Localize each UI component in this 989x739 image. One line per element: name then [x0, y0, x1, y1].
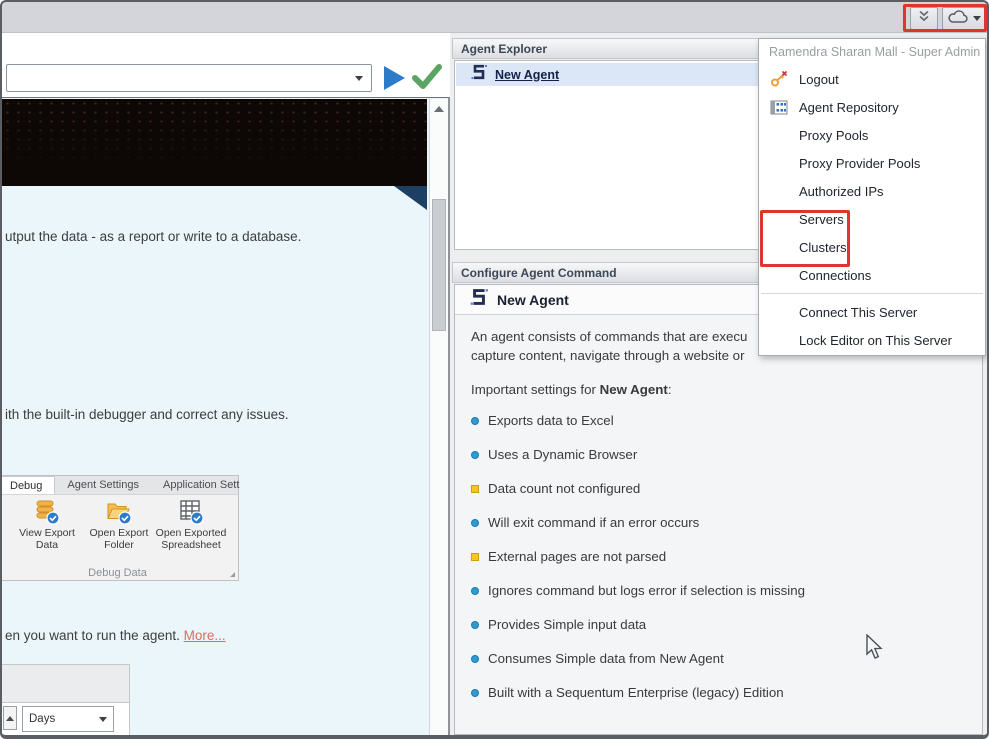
warning-bullet-icon: [471, 484, 479, 493]
document-scrollbar[interactable]: [429, 99, 448, 735]
list-item: Data count not configured: [471, 479, 982, 498]
agent-toolbar: [2, 33, 450, 97]
application-window: utput the data - as a report or write to…: [0, 0, 989, 739]
info-bullet-icon: [471, 586, 479, 595]
important-settings-line: Important settings for New Agent:: [471, 382, 672, 397]
menu-item-proxy-pools[interactable]: Proxy Pools: [759, 121, 985, 149]
menu-item-logout[interactable]: Logout: [759, 65, 985, 93]
debug-data-group-label: Debug Data: [88, 567, 147, 579]
screenshot-tab-row: Debug Agent Settings Application Sett: [2, 476, 239, 495]
address-combobox[interactable]: [6, 64, 372, 92]
banner-fold-graphic: [394, 186, 427, 210]
open-exported-spreadsheet-button: Open Exported Spreadsheet: [155, 499, 227, 551]
sequentum-agent-icon: [469, 287, 489, 312]
run-agent-button[interactable]: [384, 66, 405, 90]
agent-item-label: New Agent: [495, 67, 560, 82]
days-dropdown-caret-icon: [99, 716, 107, 722]
group-dialog-launcher-icon: [230, 572, 235, 577]
menu-item-proxy-provider-pools[interactable]: Proxy Provider Pools: [759, 149, 985, 177]
export-folder-icon: [105, 499, 133, 525]
cloud-menu-caret-icon: [973, 16, 981, 21]
ribbon-bar: [2, 2, 987, 33]
scrollbar-thumb[interactable]: [432, 199, 446, 331]
spinner-up-icon: [6, 715, 14, 721]
debug-ribbon-screenshot: Debug Agent Settings Application Sett Vi…: [2, 475, 239, 581]
menu-item-agent-repository[interactable]: Agent Repository: [759, 93, 985, 121]
info-bullet-icon: [471, 416, 479, 425]
agent-explorer-title: Agent Explorer: [461, 41, 548, 56]
list-item: Consumes Simple data from New Agent: [471, 649, 982, 668]
logout-key-icon: [759, 70, 799, 88]
configure-panel-title: Configure Agent Command: [461, 265, 617, 280]
help-paragraph-1: utput the data - as a report or write to…: [5, 229, 302, 244]
list-item: Exports data to Excel: [471, 411, 982, 430]
repository-grid-icon: [759, 100, 799, 115]
more-link[interactable]: More...: [184, 628, 226, 643]
combobox-caret-icon: [355, 75, 363, 81]
menu-item-lock-editor-on-this-server[interactable]: Lock Editor on This Server: [759, 326, 985, 354]
sequentum-agent-icon: [470, 63, 488, 86]
help-banner-image: [2, 99, 427, 186]
info-bullet-icon: [471, 620, 479, 629]
spreadsheet-icon: [177, 499, 205, 525]
configure-agent-name: New Agent: [497, 291, 569, 308]
list-item: Built with a Sequentum Enterprise (legac…: [471, 683, 982, 702]
validate-check-button[interactable]: [410, 62, 444, 97]
menu-item-authorized-ips[interactable]: Authorized IPs: [759, 177, 985, 205]
days-dropdown: Days: [22, 706, 114, 732]
list-item: Will exit command if an error occurs: [471, 513, 982, 532]
user-dropdown-menu: Ramendra Sharan Mall - Super Admin Logou…: [758, 38, 986, 356]
screenshot-ribbon-body: View Export Data Open Export Folder Open…: [2, 495, 238, 551]
list-item: Uses a Dynamic Browser: [471, 445, 982, 464]
list-item: Provides Simple input data: [471, 615, 982, 634]
menu-item-clusters[interactable]: Clusters: [759, 233, 985, 261]
info-bullet-icon: [471, 518, 479, 527]
menu-item-connect-this-server[interactable]: Connect This Server: [759, 298, 985, 326]
info-bullet-icon: [471, 450, 479, 459]
screenshot-tab-debug: Debug: [2, 476, 56, 494]
ribbon-expand-button[interactable]: [910, 7, 938, 30]
cloud-menu-button[interactable]: [942, 7, 986, 30]
scroll-up-button[interactable]: [433, 103, 445, 115]
agent-settings-list: Exports data to Excel Uses a Dynamic Bro…: [455, 397, 982, 702]
help-paragraph-3: en you want to run the agent. More...: [5, 628, 226, 643]
export-data-icon: [33, 499, 61, 525]
number-spinner: [3, 706, 17, 730]
chevron-double-down-icon: [917, 9, 931, 28]
view-export-data-button: View Export Data: [11, 499, 83, 551]
menu-item-connections[interactable]: Connections: [759, 261, 985, 289]
schedule-screenshot-panel: [2, 664, 130, 703]
schedule-screenshot-row: Days: [2, 703, 130, 735]
menu-item-servers[interactable]: Servers: [759, 205, 985, 233]
user-menu-header: Ramendra Sharan Mall - Super Admin: [769, 45, 981, 59]
help-paragraph-2: ith the built-in debugger and correct an…: [5, 407, 289, 422]
list-item: External pages are not parsed: [471, 547, 982, 566]
screenshot-tab-agent-settings: Agent Settings: [67, 479, 139, 491]
info-bullet-icon: [471, 654, 479, 663]
scroll-up-icon: [434, 106, 444, 112]
open-export-folder-button: Open Export Folder: [83, 499, 155, 551]
list-item: Ignores command but logs error if select…: [471, 581, 982, 600]
agent-help-document: utput the data - as a report or write to…: [2, 97, 450, 735]
menu-separator: [761, 293, 983, 294]
screenshot-tab-application-settings: Application Sett: [162, 479, 240, 491]
info-bullet-icon: [471, 688, 479, 697]
warning-bullet-icon: [471, 552, 479, 561]
cloud-icon: [947, 9, 969, 29]
